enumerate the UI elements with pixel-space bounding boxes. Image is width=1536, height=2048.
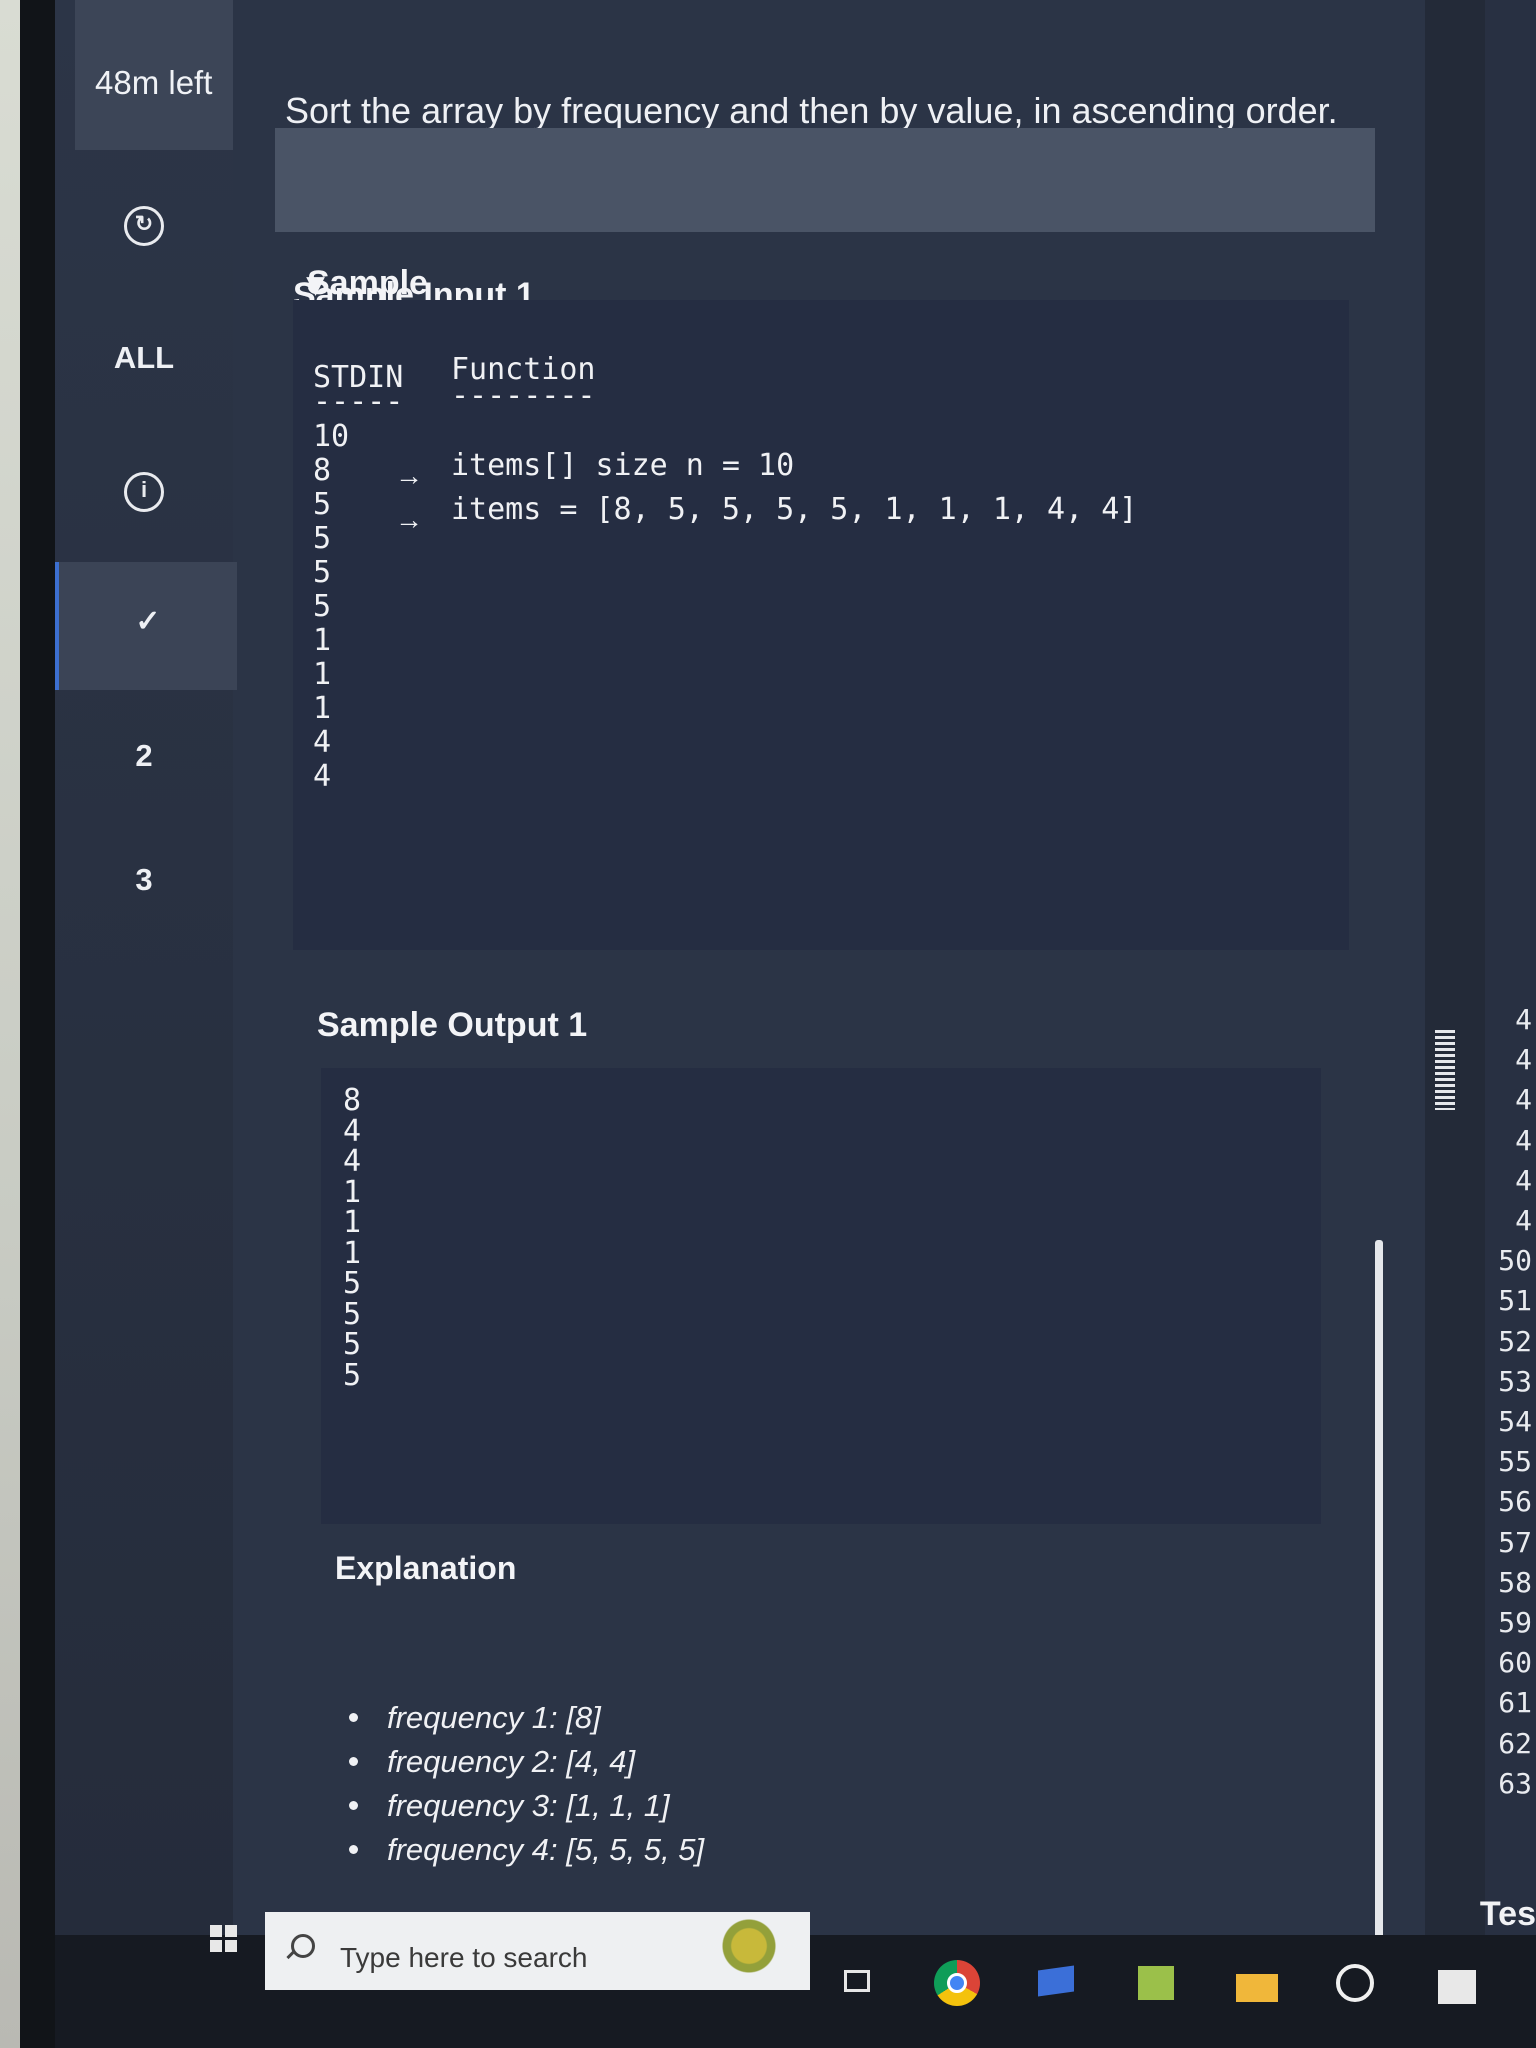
sidebar-item-3[interactable]: 3: [55, 862, 233, 898]
sidebar-item-all[interactable]: ALL: [55, 340, 233, 376]
taskbar-search-box[interactable]: Type here to search: [265, 1912, 810, 1990]
stdin-value: 1: [313, 657, 332, 692]
output-value: 5: [343, 1266, 362, 1301]
info-icon: i: [124, 472, 164, 512]
pane-resize-handle[interactable]: [1435, 1030, 1455, 1110]
timer-panel: 48m left: [75, 0, 233, 150]
arrow-icon: →: [395, 504, 423, 535]
test-tab-label[interactable]: Tes: [1480, 1895, 1536, 1934]
code-editor-pane: 4 4 4 4 4 4 50 51 52 53 54 55 56 57 58 5…: [1425, 0, 1536, 1935]
stdin-value: 4: [313, 725, 332, 760]
sample-output-box: 8 4 4 1 1 1 5 5 5 5: [321, 1068, 1321, 1524]
stdin-value: 10: [313, 419, 350, 454]
stdin-value: 5: [313, 589, 332, 624]
explanation-item: frequency 3: [1, 1, 1]: [347, 1784, 704, 1828]
output-value: 1: [343, 1205, 362, 1240]
line-number: 61: [1498, 1686, 1532, 1720]
function-divider: --------: [451, 378, 596, 413]
line-number: 4: [1515, 1123, 1532, 1157]
screen: 48m left ↻ ALL i ✓ 2 3 Sort the array by…: [55, 0, 1536, 1935]
line-number: 57: [1498, 1525, 1532, 1559]
question-sidebar: 48m left ↻ ALL i ✓ 2 3: [55, 0, 237, 1935]
line-number: 55: [1498, 1445, 1532, 1479]
explanation-list: frequency 1: [8] frequency 2: [4, 4] fre…: [347, 1696, 704, 1872]
line-number: 60: [1498, 1646, 1532, 1680]
line-number: 4: [1515, 1083, 1532, 1117]
stdin-values: 10 8 5 5 5 5 1 1 1 4 4: [313, 420, 349, 794]
sidebar-item-current[interactable]: ✓: [55, 562, 237, 690]
sidebar-item-label: ALL: [113, 340, 175, 375]
search-placeholder: Type here to search: [340, 1942, 588, 1973]
line-number: 59: [1498, 1606, 1532, 1640]
sidebar-refresh-item[interactable]: ↻: [55, 206, 233, 246]
search-highlight-image: [704, 1918, 794, 1988]
explanation-item: frequency 2: [4, 4]: [347, 1740, 704, 1784]
store-icon[interactable]: [1434, 1960, 1480, 2006]
output-value: 4: [343, 1144, 362, 1179]
timer-label: 48m left: [95, 64, 213, 101]
stdin-divider: -----: [313, 384, 404, 419]
line-number: 53: [1498, 1364, 1532, 1398]
line-number: 4: [1515, 1163, 1532, 1197]
stdin-value: 1: [313, 623, 332, 658]
chrome-icon[interactable]: [934, 1960, 980, 2006]
stdin-value: 1: [313, 691, 332, 726]
search-icon: [291, 1934, 315, 1958]
sidebar-item-label: 2: [135, 738, 153, 773]
output-value: 5: [343, 1357, 362, 1393]
explanation-item: frequency 4: [5, 5, 5, 5]: [347, 1828, 704, 1872]
stdin-value: 4: [313, 759, 332, 794]
line-numbers: 4 4 4 4 4 4 50 51 52 53 54 55 56 57 58 5…: [1498, 1000, 1532, 1804]
line-number: 4: [1515, 1043, 1532, 1077]
explanation-block: frequency 1: [8] frequency 2: [4, 4] fre…: [347, 1696, 1047, 1886]
output-value: 5: [343, 1296, 362, 1332]
output-values: 8 4 4 1 1 1 5 5 5 5: [343, 1083, 362, 1393]
line-number: 50: [1498, 1244, 1532, 1278]
question-scrollbar[interactable]: [1375, 1240, 1383, 1935]
sidebar-item-label: 3: [135, 862, 153, 897]
stdin-value: 8: [313, 453, 332, 488]
question-panel: Sort the array by frequency and then by …: [275, 0, 1375, 1935]
line-number: 58: [1498, 1565, 1532, 1599]
check-icon: ✓: [135, 605, 161, 638]
sidebar-item-2[interactable]: 2: [55, 738, 233, 774]
question-prompt: Sort the array by frequency and then by …: [285, 90, 1338, 131]
line-number: 54: [1498, 1405, 1532, 1439]
sample-case-header[interactable]: ▾ Sample Case 1: [275, 128, 1375, 341]
arrow-icon: →: [395, 460, 423, 491]
stdin-value: 5: [313, 521, 332, 556]
line-number: 4: [1515, 1204, 1532, 1238]
notepad-icon[interactable]: [1134, 1960, 1180, 2006]
sample-input-box: STDIN Function ----- -------- 10 8 5 5 5…: [293, 300, 1349, 950]
windows-start-icon[interactable]: [210, 1925, 238, 1953]
sample-output-title: Sample Output 1: [317, 1006, 588, 1044]
media-player-icon[interactable]: [1334, 1960, 1380, 2006]
explanation-title: Explanation: [335, 1550, 517, 1586]
line-number: 52: [1498, 1324, 1532, 1358]
explanation-item: frequency 1: [8]: [347, 1696, 704, 1740]
line-number: 62: [1498, 1726, 1532, 1760]
task-view-icon[interactable]: [836, 1960, 882, 2006]
remote-desktop-icon[interactable]: [1034, 1960, 1080, 2006]
output-value: 5: [343, 1327, 362, 1362]
stdin-value: 5: [313, 555, 332, 590]
line-number: 63: [1498, 1766, 1532, 1800]
line-number: 51: [1498, 1284, 1532, 1318]
output-value: 8: [343, 1083, 362, 1118]
line-number: 56: [1498, 1485, 1532, 1519]
output-value: 4: [343, 1113, 362, 1149]
file-explorer-icon[interactable]: [1234, 1960, 1280, 2006]
output-value: 1: [343, 1174, 362, 1210]
sidebar-info-item[interactable]: i: [55, 472, 233, 512]
function-line: items = [8, 5, 5, 5, 5, 1, 1, 1, 4, 4]: [451, 492, 1138, 527]
line-number: 4: [1515, 1003, 1532, 1036]
refresh-icon: ↻: [124, 206, 164, 246]
output-value: 1: [343, 1235, 362, 1271]
function-line: items[] size n = 10: [451, 448, 795, 483]
stdin-value: 5: [313, 487, 332, 522]
